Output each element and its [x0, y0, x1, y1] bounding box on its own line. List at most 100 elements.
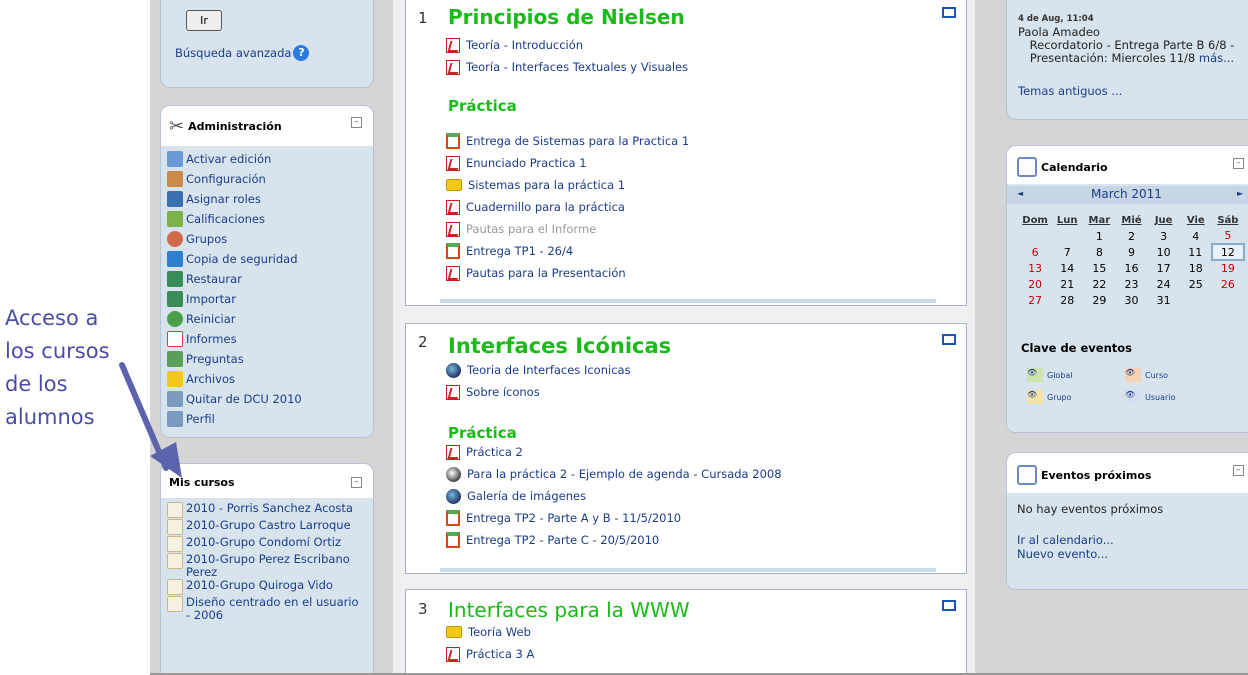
resource-link[interactable]: Teoría Web [446, 621, 534, 643]
highlight-icon[interactable] [942, 334, 956, 345]
calendar-day[interactable]: 1 [1083, 228, 1115, 244]
resource-link[interactable]: Práctica 2 [446, 441, 782, 463]
calendar-day[interactable]: 23 [1115, 276, 1147, 292]
admin-item[interactable]: Restaurar [167, 269, 302, 289]
admin-item[interactable]: Perfil [167, 409, 302, 429]
calendar-day[interactable]: 10 [1148, 244, 1180, 260]
calendar-day[interactable]: 4 [1180, 228, 1212, 244]
older-topics-link[interactable]: Temas antiguos ... [1018, 84, 1122, 98]
calendar-day[interactable] [1212, 292, 1244, 308]
calendar-day[interactable]: 7 [1051, 244, 1083, 260]
key-global[interactable]: 👁 Global [1027, 368, 1073, 382]
help-icon[interactable]: ? [293, 45, 310, 61]
admin-item[interactable]: Calificaciones [167, 209, 302, 229]
key-course[interactable]: 👁 Curso [1125, 368, 1168, 382]
news-more-link[interactable]: más... [1199, 51, 1234, 65]
reports-icon [167, 331, 183, 347]
admin-item[interactable]: Informes [167, 329, 302, 349]
calendar-day-today[interactable]: 12 [1210, 243, 1246, 261]
calendar-day[interactable]: 18 [1180, 260, 1212, 276]
calendar-day[interactable] [1180, 292, 1212, 308]
resource-link[interactable]: Teoría - Interfaces Textuales y Visuales [446, 56, 688, 78]
calendar-day[interactable]: 26 [1212, 276, 1244, 292]
calendar-day[interactable]: 14 [1051, 260, 1083, 276]
resource-link[interactable]: Teoria de Interfaces Iconicas [446, 359, 631, 381]
advanced-search-link[interactable]: Búsqueda avanzada [175, 46, 291, 60]
resource-link[interactable]: Sistemas para la práctica 1 [446, 174, 689, 196]
resource-link[interactable]: Cuadernillo para la práctica [446, 196, 689, 218]
calendar-day[interactable]: 22 [1083, 276, 1115, 292]
calendar-day[interactable]: 2 [1115, 228, 1147, 244]
resource-link[interactable]: Entrega TP2 - Parte C - 20/5/2010 [446, 529, 782, 551]
course-link[interactable]: 2010-Grupo Perez Escribano Perez [167, 553, 363, 578]
admin-item[interactable]: Preguntas [167, 349, 302, 369]
admin-item[interactable]: Archivos [167, 369, 302, 389]
admin-item[interactable]: Quitar de DCU 2010 [167, 389, 302, 409]
calendar-day[interactable]: 20 [1019, 276, 1051, 292]
collapse-icon[interactable]: – [1233, 465, 1244, 476]
resource-link[interactable]: Para la práctica 2 - Ejemplo de agenda -… [446, 463, 782, 485]
calendar-day[interactable]: 6 [1019, 244, 1051, 260]
resource-link[interactable]: Enunciado Practica 1 [446, 152, 689, 174]
admin-item[interactable]: Reiniciar [167, 309, 302, 329]
collapse-icon[interactable]: – [351, 117, 362, 128]
admin-item[interactable]: Importar [167, 289, 302, 309]
resource-link[interactable]: Sobre íconos [446, 381, 631, 403]
key-user[interactable]: 👁 Usuario [1125, 390, 1175, 404]
calendar-day[interactable]: 28 [1051, 292, 1083, 308]
no-events-text: No hay eventos próximos [1017, 502, 1164, 516]
resource-link[interactable]: Pautas para la Presentación [446, 262, 689, 284]
practice-heading: Práctica [448, 424, 517, 442]
resource-link[interactable]: Teoría - Introducción [446, 34, 688, 56]
prev-month-icon[interactable]: ◄ [1017, 189, 1023, 198]
admin-item[interactable]: Configuración [167, 169, 302, 189]
course-link[interactable]: 2010-Grupo Quiroga Vido [167, 579, 363, 595]
collapse-icon[interactable]: – [351, 477, 362, 488]
calendar-day[interactable]: 27 [1019, 292, 1051, 308]
calendar-day[interactable] [1019, 228, 1051, 244]
calendar-day[interactable]: 3 [1148, 228, 1180, 244]
resource-link[interactable]: Galería de imágenes [446, 485, 782, 507]
month-label[interactable]: March 2011 [1091, 187, 1162, 201]
calendar-day[interactable]: 19 [1212, 260, 1244, 276]
course-link[interactable]: 2010-Grupo Condomí Ortiz [167, 536, 363, 552]
calendar-day[interactable]: 21 [1051, 276, 1083, 292]
collapse-icon[interactable]: – [1233, 158, 1244, 169]
calendar-day[interactable]: 24 [1148, 276, 1180, 292]
resource-link[interactable]: Entrega TP1 - 26/4 [446, 240, 689, 262]
calendar-day[interactable]: 13 [1019, 260, 1051, 276]
admin-item[interactable]: Asignar roles [167, 189, 302, 209]
goto-calendar-link[interactable]: Ir al calendario... [1017, 533, 1114, 547]
resource-link[interactable]: Entrega de Sistemas para la Practica 1 [446, 130, 689, 152]
resource-link[interactable]: Entrega TP2 - Parte A y B - 11/5/2010 [446, 507, 782, 529]
course-link[interactable]: 2010 - Porris Sanchez Acosta [167, 502, 363, 518]
calendar-day[interactable]: 30 [1115, 292, 1147, 308]
annotation-line: Acceso a [5, 306, 99, 330]
calendar-day[interactable]: 11 [1180, 244, 1212, 260]
folder-icon [446, 626, 462, 638]
admin-item[interactable]: Grupos [167, 229, 302, 249]
highlight-icon[interactable] [942, 600, 956, 611]
course-link[interactable]: 2010-Grupo Castro Larroque [167, 519, 363, 535]
calendar-day[interactable]: 31 [1148, 292, 1180, 308]
calendar-day[interactable]: 8 [1083, 244, 1115, 260]
calendar-day[interactable]: 16 [1115, 260, 1147, 276]
search-go-button[interactable]: Ir [186, 10, 222, 31]
calendar-day[interactable] [1051, 228, 1083, 244]
calendar-day[interactable]: 5 [1212, 228, 1244, 244]
resource-link[interactable]: Pautas para el Informe [446, 218, 689, 240]
admin-item[interactable]: Copia de seguridad [167, 249, 302, 269]
admin-item[interactable]: Activar edición [167, 149, 302, 169]
highlight-icon[interactable] [942, 7, 956, 18]
calendar-day[interactable]: 17 [1148, 260, 1180, 276]
weekday-header: Vie [1186, 214, 1205, 226]
next-month-icon[interactable]: ► [1237, 189, 1243, 198]
course-link[interactable]: Diseño centrado en el usuario - 2006 [167, 596, 363, 621]
calendar-day[interactable]: 25 [1180, 276, 1212, 292]
key-group[interactable]: 👁 Grupo [1027, 390, 1072, 404]
resource-link[interactable]: Práctica 3 A [446, 643, 534, 665]
calendar-day[interactable]: 9 [1115, 244, 1147, 260]
calendar-day[interactable]: 15 [1083, 260, 1115, 276]
calendar-day[interactable]: 29 [1083, 292, 1115, 308]
new-event-link[interactable]: Nuevo evento... [1017, 547, 1108, 561]
